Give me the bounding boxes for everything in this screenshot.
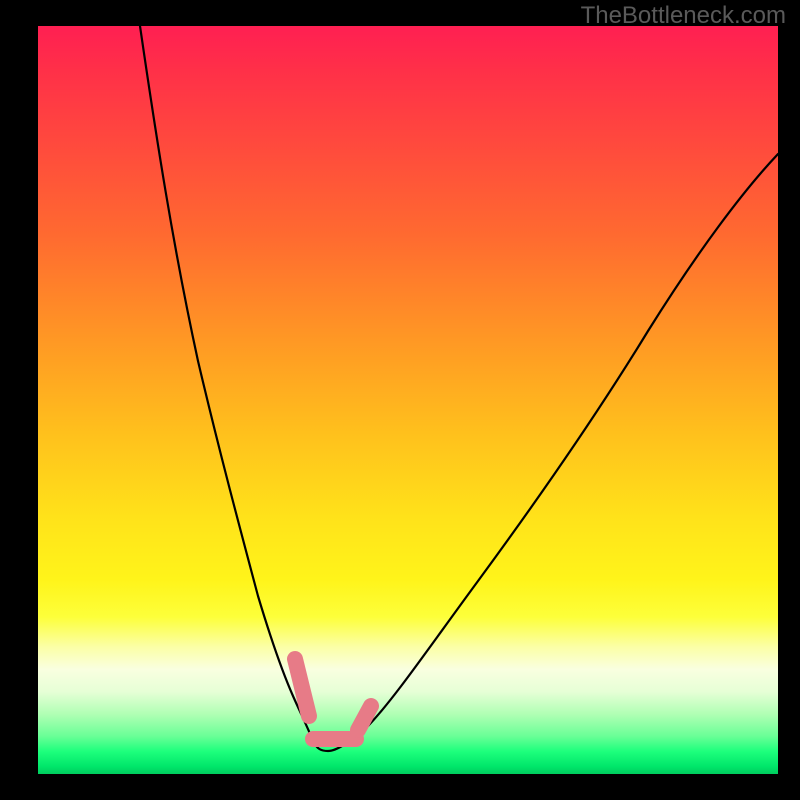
chart-frame: TheBottleneck.com: [0, 0, 800, 800]
watermark-text: TheBottleneck.com: [581, 2, 786, 30]
highlight-left-branch: [295, 659, 309, 716]
bottleneck-curve: [140, 26, 778, 751]
plot-area: [38, 26, 778, 774]
highlight-right-branch: [358, 706, 371, 730]
curve-layer: [38, 26, 778, 774]
